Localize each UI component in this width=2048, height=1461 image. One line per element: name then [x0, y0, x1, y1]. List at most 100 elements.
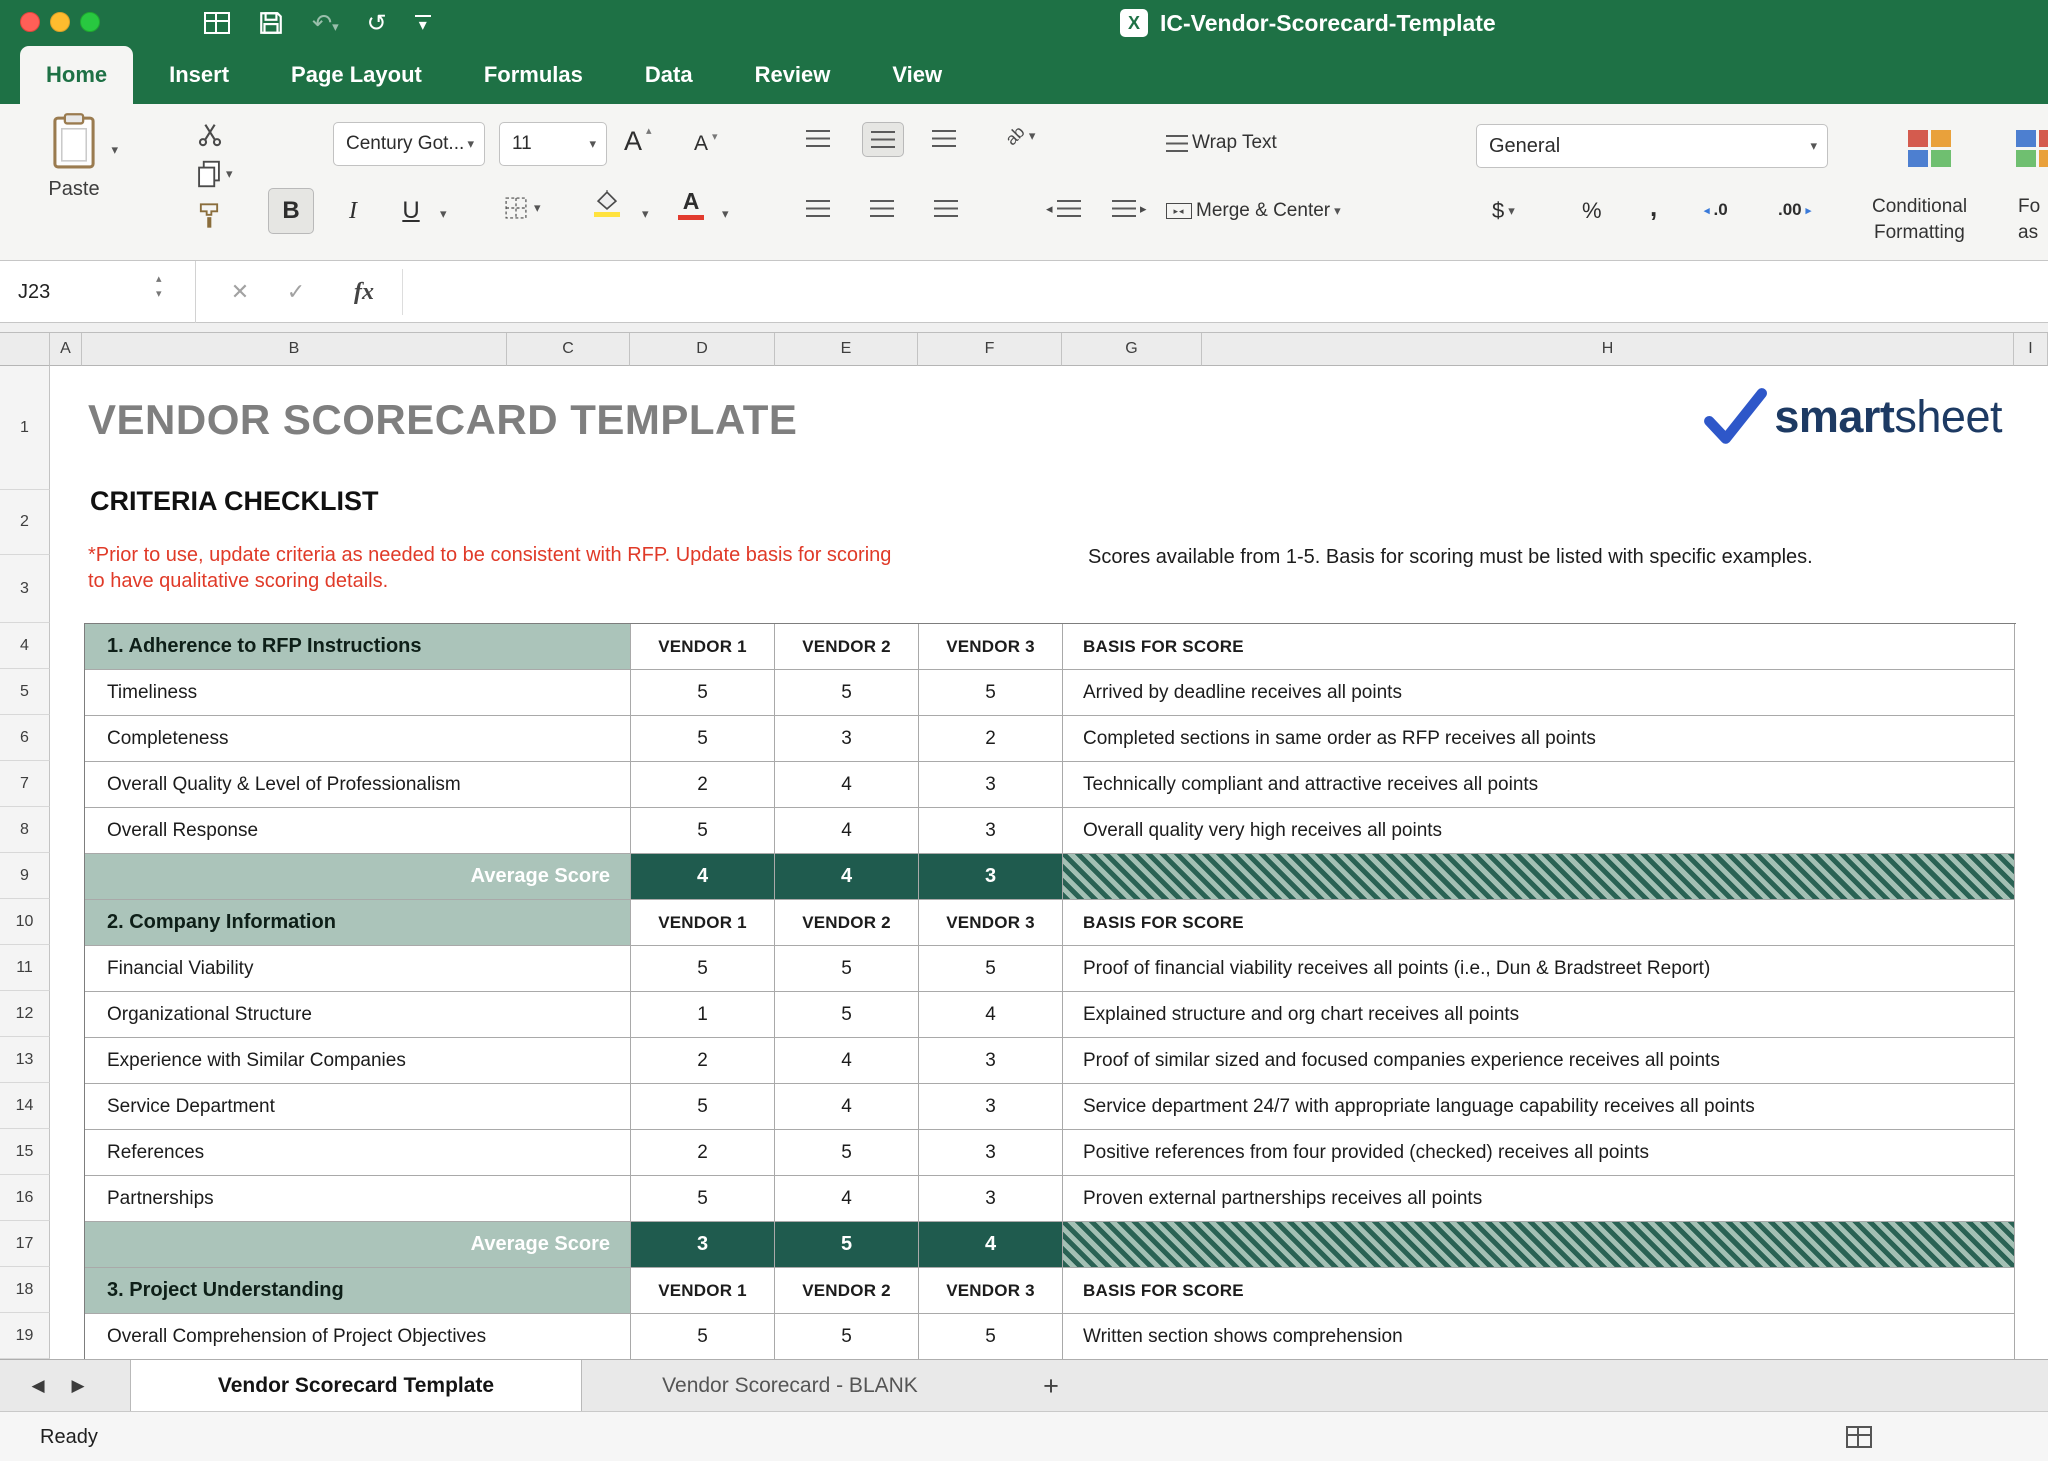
criteria-cell[interactable]: Experience with Similar Companies	[85, 1038, 631, 1084]
normal-view-icon[interactable]	[1846, 1426, 1872, 1448]
score-cell-vendor-1[interactable]: 5	[631, 1314, 775, 1360]
align-bottom-button[interactable]	[932, 130, 956, 147]
fill-color-button[interactable]	[594, 190, 620, 217]
customize-toolbar-icon[interactable]: ▾	[415, 15, 431, 31]
row-header-10[interactable]: 10	[0, 899, 50, 945]
copy-button[interactable]: ▾	[196, 160, 233, 188]
average-score-cell-vendor-3[interactable]: 4	[919, 1222, 1063, 1268]
sheet-tab-vendor-scorecard-template[interactable]: Vendor Scorecard Template	[130, 1360, 582, 1412]
scoring-note[interactable]: Scores available from 1-5. Basis for sco…	[1088, 546, 1813, 569]
row-header-18[interactable]: 18	[0, 1267, 50, 1313]
previous-sheet-arrow[interactable]: ◀	[18, 1360, 58, 1412]
name-box-stepper[interactable]: ▴▾	[156, 272, 162, 303]
average-score-cell-vendor-1[interactable]: 3	[631, 1222, 775, 1268]
score-cell-vendor-3[interactable]: 3	[919, 1130, 1063, 1176]
decrease-indent-button[interactable]: ◂	[1046, 200, 1081, 217]
score-cell-vendor-2[interactable]: 4	[775, 1038, 919, 1084]
score-cell-vendor-2[interactable]: 4	[775, 1084, 919, 1130]
underline-dropdown-arrow[interactable]: ▾	[440, 206, 447, 222]
basis-cell[interactable]: Service department 24/7 with appropriate…	[1063, 1084, 2015, 1130]
score-cell-vendor-2[interactable]: 4	[775, 762, 919, 808]
row-header-17[interactable]: 17	[0, 1221, 50, 1267]
criteria-cell[interactable]: Overall Quality & Level of Professionali…	[85, 762, 631, 808]
score-cell-vendor-2[interactable]: 3	[775, 716, 919, 762]
criteria-cell[interactable]: Overall Comprehension of Project Objecti…	[85, 1314, 631, 1360]
ribbon-tab-page-layout[interactable]: Page Layout	[265, 46, 448, 104]
column-header-C[interactable]: C	[507, 333, 630, 366]
cancel-icon[interactable]: ✕	[214, 261, 266, 323]
ribbon-tab-view[interactable]: View	[866, 46, 968, 104]
vendor-header-cell-2[interactable]: VENDOR 2	[775, 1268, 919, 1314]
basis-cell[interactable]: Explained structure and org chart receiv…	[1063, 992, 2015, 1038]
name-box[interactable]: J23 ▴▾	[0, 261, 196, 323]
score-cell-vendor-1[interactable]: 2	[631, 762, 775, 808]
ribbon-tab-formulas[interactable]: Formulas	[458, 46, 609, 104]
page-title-cell[interactable]: VENDOR SCORECARD TEMPLATE	[88, 396, 797, 444]
align-middle-button[interactable]	[862, 122, 904, 157]
average-label-cell[interactable]: Average Score	[85, 1222, 631, 1268]
basis-cell[interactable]: Written section shows comprehension	[1063, 1314, 2015, 1360]
basis-cell[interactable]: Completed sections in same order as RFP …	[1063, 716, 2015, 762]
merge-center-button[interactable]: ▸◂ Merge & Center ▾	[1166, 200, 1341, 222]
font-color-button[interactable]: A	[678, 190, 704, 220]
align-top-button[interactable]	[806, 130, 830, 147]
section-title-cell[interactable]: 2. Company Information	[85, 900, 631, 946]
vendor-header-cell-1[interactable]: VENDOR 1	[631, 900, 775, 946]
column-header-I[interactable]: I	[2014, 333, 2048, 366]
row-header-11[interactable]: 11	[0, 945, 50, 991]
borders-dropdown-arrow[interactable]: ▾	[534, 200, 541, 216]
column-header-B[interactable]: B	[82, 333, 507, 366]
add-sheet-button[interactable]: +	[1028, 1360, 1074, 1412]
increase-decimal-button[interactable]: ◂ .0	[1704, 200, 1728, 220]
score-cell-vendor-2[interactable]: 5	[775, 670, 919, 716]
copy-dropdown-arrow[interactable]: ▾	[226, 166, 233, 182]
vendor-header-cell-1[interactable]: VENDOR 1	[631, 624, 775, 670]
criteria-cell[interactable]: Completeness	[85, 716, 631, 762]
currency-format-button[interactable]: $ ▾	[1492, 198, 1515, 224]
basis-header-cell[interactable]: BASIS FOR SCORE	[1063, 624, 2015, 670]
vendor-header-cell-2[interactable]: VENDOR 2	[775, 900, 919, 946]
score-cell-vendor-1[interactable]: 5	[631, 1176, 775, 1222]
basis-header-cell[interactable]: BASIS FOR SCORE	[1063, 900, 2015, 946]
score-cell-vendor-3[interactable]: 5	[919, 946, 1063, 992]
score-cell-vendor-3[interactable]: 3	[919, 762, 1063, 808]
format-as-table-icon[interactable]	[2016, 130, 2048, 167]
row-header-1[interactable]: 1	[0, 366, 50, 490]
row-header-2[interactable]: 2	[0, 490, 50, 555]
score-cell-vendor-3[interactable]: 3	[919, 1038, 1063, 1084]
average-basis-cell[interactable]	[1063, 854, 2015, 900]
criteria-cell[interactable]: Service Department	[85, 1084, 631, 1130]
currency-dropdown-arrow[interactable]: ▾	[1508, 203, 1515, 219]
row-header-5[interactable]: 5	[0, 669, 50, 715]
basis-header-cell[interactable]: BASIS FOR SCORE	[1063, 1268, 2015, 1314]
score-cell-vendor-3[interactable]: 3	[919, 1176, 1063, 1222]
vendor-header-cell-1[interactable]: VENDOR 1	[631, 1268, 775, 1314]
merge-center-dropdown-arrow[interactable]: ▾	[1334, 203, 1341, 219]
basis-cell[interactable]: Proven external partnerships receives al…	[1063, 1176, 2015, 1222]
row-header-6[interactable]: 6	[0, 715, 50, 761]
formula-input[interactable]	[403, 261, 2048, 323]
column-header-H[interactable]: H	[1202, 333, 2014, 366]
criteria-cell[interactable]: Timeliness	[85, 670, 631, 716]
vendor-header-cell-3[interactable]: VENDOR 3	[919, 900, 1063, 946]
score-cell-vendor-2[interactable]: 4	[775, 1176, 919, 1222]
row-header-12[interactable]: 12	[0, 991, 50, 1037]
comma-format-button[interactable]: ,	[1650, 192, 1657, 223]
average-score-cell-vendor-2[interactable]: 5	[775, 1222, 919, 1268]
ribbon-tab-insert[interactable]: Insert	[143, 46, 255, 104]
average-score-cell-vendor-3[interactable]: 3	[919, 854, 1063, 900]
row-header-15[interactable]: 15	[0, 1129, 50, 1175]
ribbon-tab-home[interactable]: Home	[20, 46, 133, 104]
column-header-E[interactable]: E	[775, 333, 918, 366]
section-title-cell[interactable]: 1. Adherence to RFP Instructions	[85, 624, 631, 670]
sheet-tab-vendor-scorecard-blank[interactable]: Vendor Scorecard - BLANK	[600, 1360, 980, 1412]
close-button[interactable]	[20, 12, 40, 32]
italic-button[interactable]: I	[330, 188, 376, 234]
average-score-cell-vendor-1[interactable]: 4	[631, 854, 775, 900]
conditional-formatting-label-1[interactable]: Conditional	[1872, 196, 1967, 218]
column-header-F[interactable]: F	[918, 333, 1062, 366]
row-header-13[interactable]: 13	[0, 1037, 50, 1083]
score-cell-vendor-2[interactable]: 5	[775, 1130, 919, 1176]
score-cell-vendor-3[interactable]: 5	[919, 670, 1063, 716]
percent-format-button[interactable]: %	[1582, 198, 1602, 224]
